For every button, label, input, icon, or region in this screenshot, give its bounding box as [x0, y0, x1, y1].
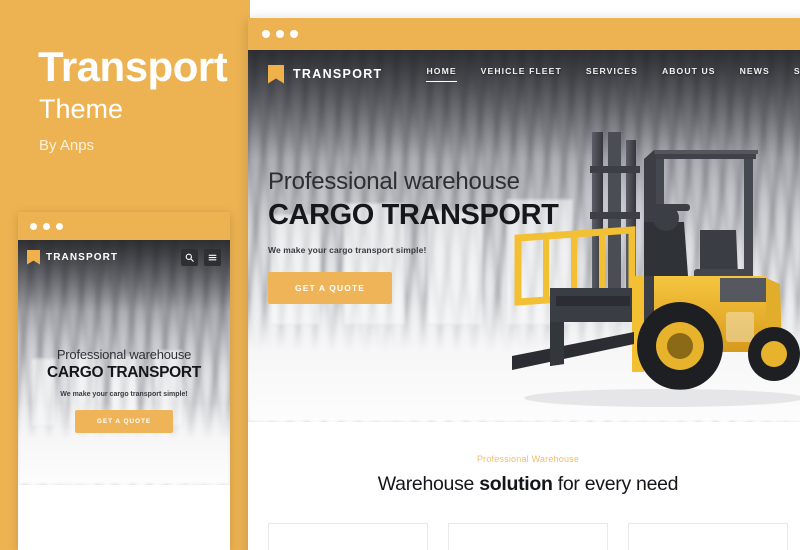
section-eyebrow: Professional Warehouse [476, 454, 580, 464]
desktop-feature-section: Professional Warehouse Warehouse solutio… [248, 422, 800, 550]
hero-description: We make your cargo transport simple! [268, 245, 427, 255]
hero-description: We make your cargo transport simple! [60, 390, 188, 398]
bookmark-logo-icon [268, 64, 284, 84]
nav-item-news[interactable]: NEWS [740, 66, 770, 82]
hero-headline: CARGO TRANSPORT [268, 199, 559, 231]
window-dots-icon [262, 30, 298, 38]
hero-headline: CARGO TRANSPORT [47, 364, 201, 381]
search-icon[interactable] [181, 248, 198, 266]
mobile-navbar: TRANSPORT [18, 240, 230, 274]
feature-card-safe[interactable]: SAFE [628, 523, 788, 550]
desktop-hero-copy: Professional warehouse CARGO TRANSPORT W… [268, 168, 559, 304]
hero-eyebrow: Professional warehouse [56, 347, 192, 362]
mobile-bottom-fade [18, 480, 230, 550]
mobile-preview-window: TRANSPORT Professional warehouse CARGO T… [18, 212, 230, 550]
nav-item-vehicle-fleet[interactable]: VEHICLE FLEET [481, 66, 562, 82]
section-title-after: for every need [552, 473, 679, 495]
desktop-titlebar [248, 18, 800, 50]
mobile-titlebar [18, 212, 230, 240]
brand-name: TRANSPORT [46, 251, 119, 263]
mobile-nav-buttons [181, 248, 221, 266]
mobile-viewport: TRANSPORT Professional warehouse CARGO T… [18, 240, 230, 550]
nav-item-services[interactable]: SERVICES [586, 66, 638, 82]
feature-card-quality[interactable]: QUALITY [268, 523, 428, 550]
get-a-quote-button[interactable]: GET A QUOTE [268, 272, 393, 304]
window-dot[interactable] [276, 30, 284, 38]
feature-card-fast[interactable]: FAST [448, 523, 608, 550]
screenshot-stage: Transport Theme By Anps TRANSPORT HOME V… [0, 0, 800, 550]
bookmark-logo-icon [27, 249, 40, 265]
mobile-hero-copy: Professional warehouse CARGO TRANSPORT W… [18, 348, 230, 433]
desktop-hero: TRANSPORT HOME VEHICLE FLEET SERVICES AB… [248, 50, 800, 422]
desktop-navbar: TRANSPORT HOME VEHICLE FLEET SERVICES AB… [248, 50, 800, 98]
desktop-viewport: TRANSPORT HOME VEHICLE FLEET SERVICES AB… [248, 50, 800, 550]
desktop-preview-window: TRANSPORT HOME VEHICLE FLEET SERVICES AB… [248, 18, 800, 550]
feature-cards: QUALITY FAST SAFE [248, 523, 800, 550]
window-dot[interactable] [290, 30, 298, 38]
window-dots-icon [30, 222, 63, 230]
promo-subtitle: Theme [39, 94, 124, 124]
section-title: Warehouse solution for every need [248, 473, 800, 496]
promo-title: Transport [38, 43, 228, 90]
window-dot[interactable] [30, 222, 37, 230]
nav-item-shop[interactable]: SHOP [794, 66, 800, 82]
window-dot[interactable] [43, 222, 50, 230]
nav-item-home[interactable]: HOME [426, 66, 457, 82]
promo-author: By Anps [39, 137, 95, 154]
section-title-bold: solution [479, 473, 553, 495]
brand-name: TRANSPORT [293, 67, 383, 81]
nav-item-about-us[interactable]: ABOUT US [662, 66, 716, 82]
window-dot[interactable] [262, 30, 270, 38]
brand-logo[interactable]: TRANSPORT [27, 249, 119, 265]
window-dot[interactable] [56, 222, 63, 230]
section-title-before: Warehouse [377, 473, 480, 495]
hamburger-menu-icon[interactable] [204, 248, 221, 266]
get-a-quote-button[interactable]: GET A QUOTE [74, 409, 174, 433]
hero-eyebrow: Professional warehouse [268, 168, 520, 195]
mobile-hero: TRANSPORT Professional warehouse CARGO T… [18, 240, 230, 485]
desktop-nav-menu: HOME VEHICLE FLEET SERVICES ABOUT US NEW… [426, 66, 800, 82]
brand-logo[interactable]: TRANSPORT [268, 64, 383, 84]
